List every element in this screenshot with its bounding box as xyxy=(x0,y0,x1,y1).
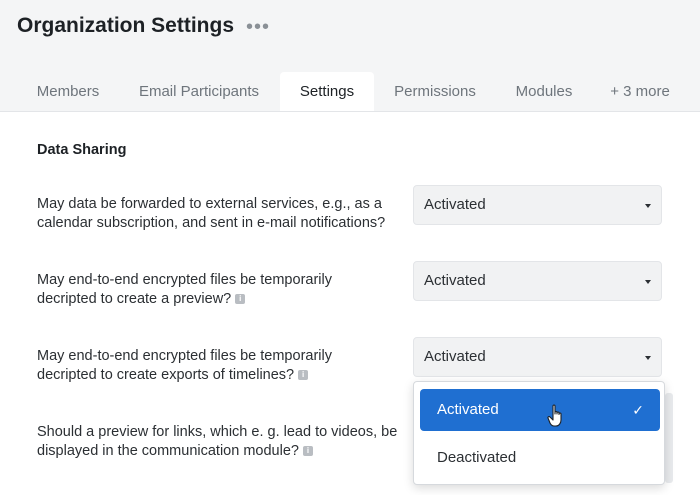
page-title: Organization Settings xyxy=(17,14,235,37)
setting-question: May end-to-end encrypted files be tempor… xyxy=(37,271,407,309)
info-icon[interactable]: i xyxy=(302,446,313,457)
setting-select-preview[interactable]: Activated xyxy=(413,261,662,301)
setting-select-timeline-exports[interactable]: Activated xyxy=(413,337,662,377)
check-icon: ✓ xyxy=(632,402,644,418)
option-label: Deactivated xyxy=(437,449,517,466)
tab-bar: Members Email Participants Settings Perm… xyxy=(0,72,700,112)
question-line: displayed in the communication module? xyxy=(37,443,299,459)
header-divider xyxy=(0,111,700,112)
question-line: May end-to-end encrypted files be tempor… xyxy=(37,348,332,364)
tab-members[interactable]: Members xyxy=(17,72,119,112)
info-icon[interactable]: i xyxy=(235,294,246,305)
caret-down-icon xyxy=(645,280,651,284)
hand-cursor-icon xyxy=(547,404,562,427)
ellipsis-icon[interactable]: ••• xyxy=(246,16,270,39)
dropdown-menu: Activated ✓ Deactivated xyxy=(413,381,665,485)
question-line: decripted to create a preview? xyxy=(37,291,232,307)
caret-down-icon xyxy=(645,204,651,208)
question-line: May end-to-end encrypted files be tempor… xyxy=(37,272,332,288)
select-value: Activated xyxy=(424,348,486,365)
question-line: Should a preview for links, which e. g. … xyxy=(37,424,398,440)
tab-modules[interactable]: Modules xyxy=(498,72,590,112)
info-icon[interactable]: i xyxy=(298,370,309,381)
page-header: Organization Settings ••• Members Email … xyxy=(0,0,700,112)
tab-permissions[interactable]: Permissions xyxy=(380,72,490,112)
setting-select-forwarding[interactable]: Activated xyxy=(413,185,662,225)
setting-question: May data be forwarded to external servic… xyxy=(37,195,407,233)
setting-question: May end-to-end encrypted files be tempor… xyxy=(37,347,407,385)
select-value: Activated xyxy=(424,272,486,289)
dropdown-scrollbar[interactable] xyxy=(665,393,673,483)
select-value: Activated xyxy=(424,196,486,213)
tab-email-participants[interactable]: Email Participants xyxy=(124,72,274,112)
dropdown-option-activated[interactable]: Activated ✓ xyxy=(420,389,660,431)
tab-more[interactable]: + 3 more xyxy=(600,72,680,112)
question-line: May data be forwarded to external servic… xyxy=(37,196,382,212)
section-title: Data Sharing xyxy=(37,142,127,158)
question-line: calendar subscription, and sent in e-mai… xyxy=(37,215,386,231)
dropdown-option-deactivated[interactable]: Deactivated xyxy=(420,437,660,479)
tab-settings[interactable]: Settings xyxy=(280,72,374,112)
question-line: decripted to create exports of timelines… xyxy=(37,367,295,383)
option-label: Activated xyxy=(437,401,499,418)
caret-down-icon xyxy=(645,356,651,360)
setting-question: Should a preview for links, which e. g. … xyxy=(37,423,407,461)
